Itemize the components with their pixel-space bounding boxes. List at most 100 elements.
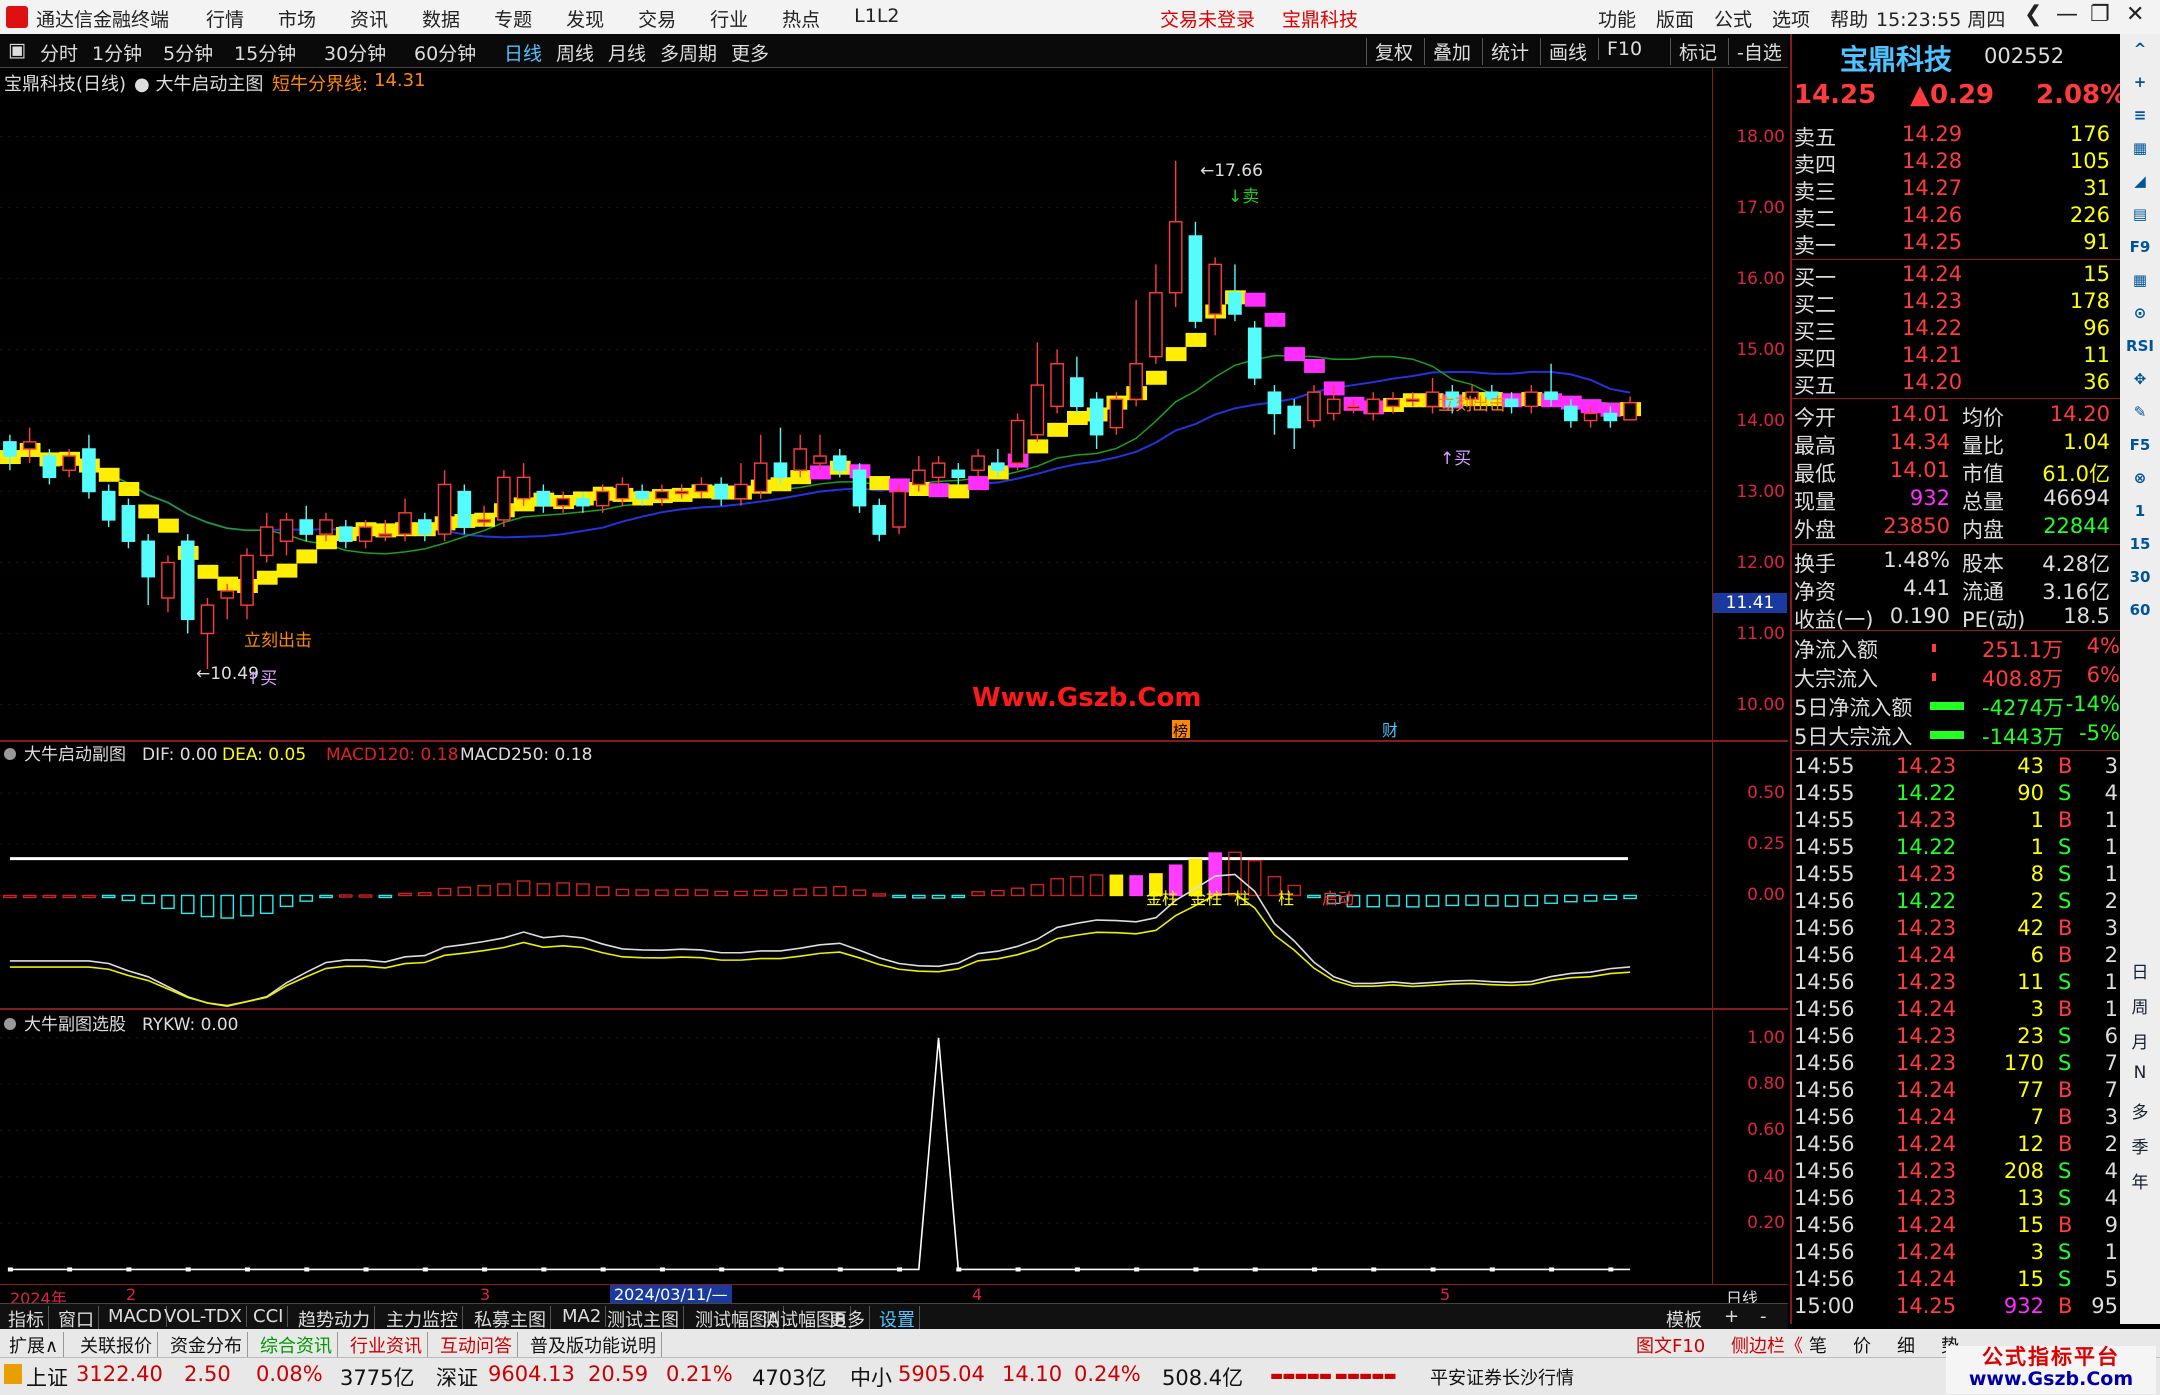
stat-row: 现量 932 总量 46694 — [1792, 486, 2122, 514]
sidebar-tool-icon[interactable]: 30 — [2120, 568, 2160, 586]
sub-chart-select[interactable]: 大牛副图选股 RYKW: 0.00 — [0, 1010, 1712, 1288]
menu-item[interactable]: 资讯 — [350, 5, 388, 32]
menu-item[interactable]: L1L2 — [854, 5, 899, 32]
sidebar-tool-icon[interactable]: ⊗ — [2120, 469, 2160, 487]
sidebar-tool-icon[interactable]: 15 — [2120, 535, 2160, 553]
ext-tab-4[interactable]: 行业资讯 — [345, 1332, 428, 1358]
tf-7[interactable]: 周线 — [556, 39, 594, 66]
macd-bar — [516, 880, 531, 897]
tf-2[interactable]: 5分钟 — [163, 39, 213, 66]
tool-5[interactable]: 标记 — [1670, 38, 1717, 65]
sidebar-tool-icon[interactable]: ▦ — [2120, 271, 2160, 289]
indicator-tab-3[interactable]: VOL-TDX — [160, 1306, 247, 1327]
sub-chart-macd[interactable]: 大牛启动副图 DIF: 0.00 DEA: 0.05 MACD120: 0.18 MAC… — [0, 742, 1712, 1008]
tool-1[interactable]: 叠加 — [1424, 38, 1471, 65]
sidebar-tool-icon[interactable]: ≡ — [2120, 106, 2160, 124]
menu-item[interactable]: 数据 — [422, 5, 460, 32]
tool-0[interactable]: 复权 — [1366, 38, 1413, 65]
menu-item[interactable]: 行情 — [206, 5, 244, 32]
tick-row: 14:56 14.23 208 S 4 — [1792, 1159, 2122, 1186]
sidebar-tool-icon[interactable]: 1 — [2120, 502, 2160, 520]
quote-panel: 宝鼎科技 002552 14.25 ▲0.29 2.08% 卖五 14.29 176 卖四 14.… — [1790, 34, 2126, 1324]
ext-tab-2[interactable]: 资金分布 — [165, 1332, 248, 1358]
sidebar-period-0[interactable]: 日 — [2120, 958, 2160, 983]
maximize-icon[interactable]: ❐ — [2090, 2, 2110, 27]
tf-9[interactable]: 多周期 — [660, 39, 717, 66]
tool-3[interactable]: 画线 — [1540, 38, 1587, 65]
indicator-tab-4[interactable]: CCI — [249, 1306, 289, 1327]
flow-row: 净流入额 251.1万 4% — [1792, 634, 2122, 662]
menu-item[interactable]: 热点 — [782, 5, 820, 32]
zoom-in-button[interactable]: + — [1724, 1306, 1739, 1327]
side-tab-0[interactable]: 图文F10 — [1636, 1332, 1705, 1358]
close-icon[interactable]: ✕ — [2126, 2, 2144, 27]
right-menu-item[interactable]: 帮助 — [1830, 5, 1868, 32]
sidebar-period-6[interactable]: 年 — [2120, 1168, 2160, 1193]
tf-8[interactable]: 月线 — [608, 39, 646, 66]
ext-tab-1[interactable]: 关联报价 — [75, 1332, 158, 1358]
trade-status-link[interactable]: 交易未登录 — [1160, 5, 1255, 32]
back-icon[interactable]: ❮ — [2024, 2, 2042, 27]
tf-4[interactable]: 30分钟 — [324, 39, 386, 66]
tf-1[interactable]: 1分钟 — [92, 39, 142, 66]
market-icon[interactable] — [4, 1364, 22, 1384]
sidebar-tool-icon[interactable]: ✎ — [2120, 403, 2160, 421]
menu-item[interactable]: 市场 — [278, 5, 316, 32]
tf-5[interactable]: 60分钟 — [414, 39, 476, 66]
zx-pct: 0.24% — [1074, 1362, 1141, 1386]
sidebar-tool-icon[interactable]: F5 — [2120, 436, 2160, 454]
sidebar-period-5[interactable]: 季 — [2120, 1133, 2160, 1158]
minimize-icon[interactable]: — — [2056, 2, 2078, 27]
side-tab-1[interactable]: 侧边栏《 — [1731, 1332, 1803, 1358]
right-menu-item[interactable]: 版面 — [1656, 5, 1694, 32]
sidebar-tool-icon[interactable]: ▦ — [2120, 139, 2160, 157]
candle-body — [674, 490, 689, 495]
brand-badge: 公式指标平台 www.Gszb.Com — [1946, 1346, 2156, 1394]
sidebar-tool-icon[interactable]: F9 — [2120, 238, 2160, 256]
menu-item[interactable]: 发现 — [566, 5, 604, 32]
indicator-tab-8[interactable]: MA2 — [558, 1306, 607, 1327]
menu-item[interactable]: 专题 — [494, 5, 532, 32]
sidebar-period-1[interactable]: 周 — [2120, 993, 2160, 1018]
macd-bar — [1603, 894, 1618, 900]
ext-tab-0[interactable]: 扩展∧ — [4, 1332, 65, 1358]
side-tab-4[interactable]: 细 — [1897, 1332, 1915, 1358]
tf-10[interactable]: 更多 — [731, 39, 769, 66]
sidebar-period-2[interactable]: 月 — [2120, 1028, 2160, 1053]
menu-item[interactable]: 行业 — [710, 5, 748, 32]
candle-body — [417, 519, 432, 535]
tick-price: 14.23 — [1896, 970, 1957, 994]
sidebar-tool-icon[interactable]: ⊙ — [2120, 304, 2160, 322]
tool-2[interactable]: 统计 — [1482, 38, 1529, 65]
indicator-name[interactable]: ● 大牛启动主图 — [134, 70, 263, 96]
sidebar-period-3[interactable]: N — [2120, 1063, 2160, 1083]
ext-tab-5[interactable]: 互动问答 — [435, 1332, 518, 1358]
menu-item[interactable]: 交易 — [638, 5, 676, 32]
tool-6[interactable]: -自选 — [1728, 38, 1782, 65]
sidebar-period-4[interactable]: 多 — [2120, 1098, 2160, 1123]
zoom-out-button[interactable]: - — [1760, 1306, 1767, 1327]
macd-bar — [1129, 875, 1143, 897]
main-price-chart[interactable]: ←17.66↓卖←10.49↑买立刻出击立刻出击↑买Www.Gszb.Com榜财 — [0, 94, 1712, 740]
sidebar-tool-icon[interactable]: ◢ — [2120, 172, 2160, 190]
bid-price: 14.23 — [1902, 289, 1963, 313]
sidebar-tool-icon[interactable]: ✥ — [2120, 370, 2160, 388]
sidebar-tool-icon[interactable]: ▤ — [2120, 205, 2160, 223]
tool-4[interactable]: F10 — [1598, 38, 1642, 60]
tf-3[interactable]: 15分钟 — [234, 39, 296, 66]
indicator-tab-2[interactable]: MACD — [104, 1306, 167, 1327]
right-menu-item[interactable]: 选项 — [1772, 5, 1810, 32]
ext-tab-3[interactable]: 综合资讯 — [255, 1332, 338, 1358]
side-tab-3[interactable]: 价 — [1853, 1332, 1871, 1358]
right-menu-item[interactable]: 公式 — [1714, 5, 1752, 32]
right-menu-item[interactable]: 功能 — [1598, 5, 1636, 32]
sidebar-tool-icon[interactable]: ^ — [2120, 40, 2160, 58]
ext-tab-6[interactable]: 普及版功能说明 — [525, 1332, 662, 1358]
sidebar-tool-icon[interactable]: + — [2120, 73, 2160, 91]
sidebar-tool-icon[interactable]: RSI — [2120, 337, 2160, 355]
side-tab-2[interactable]: 笔 — [1809, 1332, 1827, 1358]
toggle-icon[interactable]: ▣ — [8, 39, 26, 61]
sidebar-tool-icon[interactable]: 60 — [2120, 601, 2160, 619]
tf-6[interactable]: 日线 — [504, 39, 542, 66]
tf-0[interactable]: 分时 — [40, 39, 78, 66]
